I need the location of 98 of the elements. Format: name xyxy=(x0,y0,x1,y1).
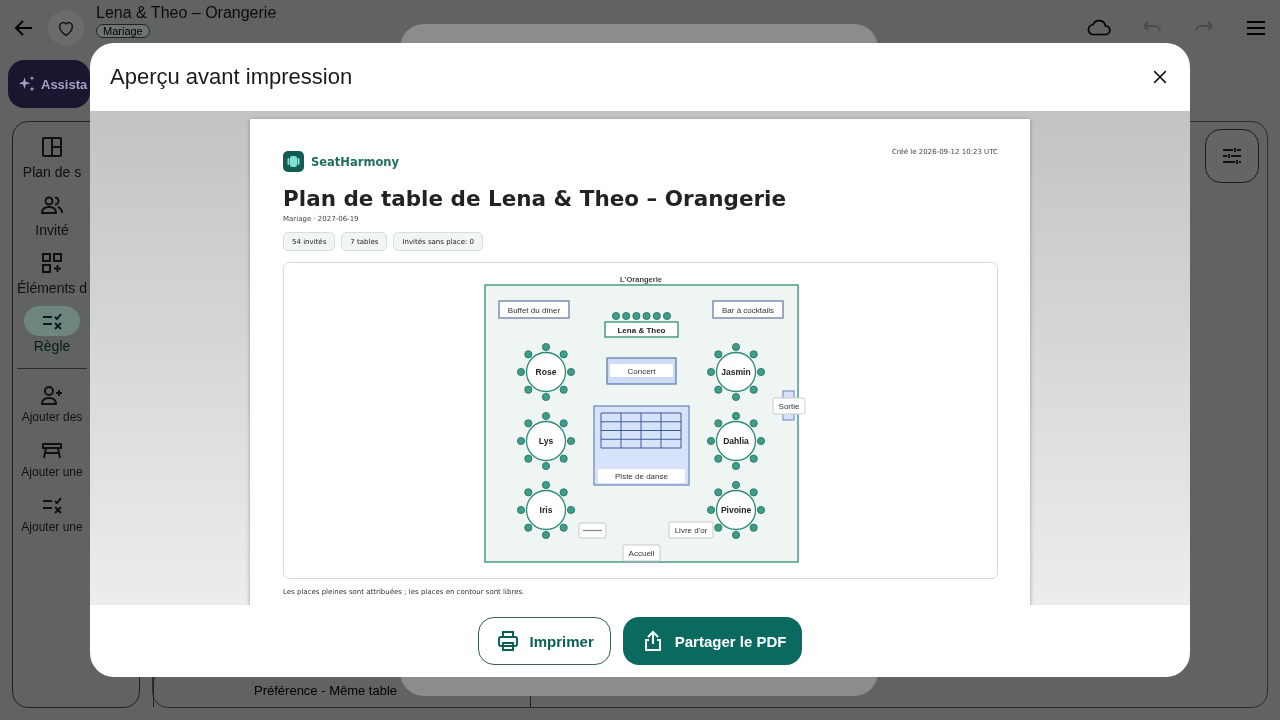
table-name: Pivoine xyxy=(720,505,751,515)
assistant-button[interactable]: Assista xyxy=(8,60,90,108)
sign-stand xyxy=(578,522,606,539)
table-name: Jasmin xyxy=(720,367,751,377)
event-type-tag: Mariage xyxy=(96,24,150,38)
seat-marker[interactable] xyxy=(731,393,740,401)
round-table xyxy=(715,489,756,531)
seat-marker[interactable] xyxy=(713,523,722,532)
seat-marker[interactable] xyxy=(559,454,568,463)
printer-icon xyxy=(495,629,520,653)
seat-marker[interactable] xyxy=(756,368,765,376)
seat-marker[interactable] xyxy=(523,488,532,497)
sidebar-item[interactable]: Invité xyxy=(24,190,80,238)
seat-marker[interactable] xyxy=(706,506,715,514)
seat-marker[interactable] xyxy=(541,531,550,539)
seat-marker[interactable] xyxy=(713,350,722,359)
seat-marker[interactable] xyxy=(541,343,550,351)
dialog-title: Aperçu avant impression xyxy=(110,64,353,90)
event-title: Lena & Theo – Orangerie xyxy=(96,4,277,22)
seat-marker[interactable] xyxy=(731,462,740,470)
round-table xyxy=(525,489,566,531)
zone-label: Piste de danse xyxy=(614,472,668,481)
seat-marker[interactable] xyxy=(523,419,532,428)
seat-marker[interactable] xyxy=(731,412,740,420)
table-name: Rose xyxy=(535,367,556,377)
seat-marker[interactable] xyxy=(713,454,722,463)
sidebar-item[interactable]: Éléments d xyxy=(16,248,87,296)
seat-marker[interactable] xyxy=(559,385,568,394)
sidebar-action[interactable]: Ajouter une xyxy=(21,493,83,534)
seat-marker[interactable] xyxy=(713,419,722,428)
person-add-icon xyxy=(40,383,64,407)
seat-marker[interactable] xyxy=(631,312,640,320)
document-title: Plan de table de Lena & Theo – Orangerie xyxy=(283,186,788,211)
zone-label: Livre d'or xyxy=(674,526,707,535)
seat-marker[interactable] xyxy=(541,462,550,470)
table-name: Iris xyxy=(539,505,552,515)
seat-marker[interactable] xyxy=(706,368,715,376)
zone-label: Accueil xyxy=(628,549,654,558)
round-table xyxy=(715,351,756,393)
seat-marker[interactable] xyxy=(516,368,525,376)
seat-marker[interactable] xyxy=(731,531,740,539)
seat-marker[interactable] xyxy=(541,393,550,401)
seat-marker[interactable] xyxy=(523,385,532,394)
seat-marker[interactable] xyxy=(559,419,568,428)
share-pdf-button[interactable]: Partager le PDF xyxy=(622,617,803,665)
favorite-button[interactable] xyxy=(48,10,84,46)
seat-marker[interactable] xyxy=(523,523,532,532)
seat-marker[interactable] xyxy=(621,312,630,320)
seat-marker[interactable] xyxy=(523,350,532,359)
seat-marker[interactable] xyxy=(559,350,568,359)
sidebar-action[interactable]: Ajouter des xyxy=(21,383,83,424)
seat-marker[interactable] xyxy=(541,481,550,489)
brand-name: SeatHarmony xyxy=(311,154,399,169)
seat-marker[interactable] xyxy=(749,488,758,497)
seat-marker[interactable] xyxy=(662,312,671,320)
table-name: Lys xyxy=(538,436,553,446)
sidebar-action[interactable]: Ajouter une xyxy=(21,438,83,479)
guestbook-stand xyxy=(668,521,713,539)
seat-marker[interactable] xyxy=(523,454,532,463)
seat-marker[interactable] xyxy=(731,343,740,351)
seat-marker[interactable] xyxy=(611,312,620,320)
seat-marker[interactable] xyxy=(642,312,651,320)
seat-marker[interactable] xyxy=(566,437,575,445)
layout-icon xyxy=(40,135,64,159)
round-table xyxy=(525,420,566,462)
entrance-desk xyxy=(622,544,660,562)
seat-marker[interactable] xyxy=(541,412,550,420)
seat-marker[interactable] xyxy=(559,523,568,532)
seat-marker[interactable] xyxy=(749,419,758,428)
zone-label: Buffet du dîner xyxy=(507,305,560,315)
seat-marker[interactable] xyxy=(749,454,758,463)
print-button[interactable]: Imprimer xyxy=(477,617,611,665)
table-name: Lena & Theo xyxy=(617,325,665,335)
table-name: Dahlia xyxy=(722,436,749,446)
zone-label: Bar à cocktails xyxy=(721,305,774,315)
round-table xyxy=(715,420,756,462)
seat-marker[interactable] xyxy=(713,488,722,497)
sidebar-item[interactable]: Plan de s xyxy=(22,132,82,180)
zone-label: Sortie xyxy=(778,402,799,411)
round-table xyxy=(525,351,566,393)
seat-marker[interactable] xyxy=(566,506,575,514)
filter-button[interactable] xyxy=(1205,129,1259,183)
seat-marker[interactable] xyxy=(706,437,715,445)
seat-marker[interactable] xyxy=(749,350,758,359)
seat-marker[interactable] xyxy=(559,488,568,497)
seat-marker[interactable] xyxy=(652,312,661,320)
seat-marker[interactable] xyxy=(516,437,525,445)
seat-marker[interactable] xyxy=(566,368,575,376)
seat-marker[interactable] xyxy=(749,523,758,532)
seat-marker[interactable] xyxy=(756,437,765,445)
seat-marker[interactable] xyxy=(731,481,740,489)
seat-marker[interactable] xyxy=(756,506,765,514)
seat-marker[interactable] xyxy=(713,385,722,394)
seat-marker[interactable] xyxy=(749,385,758,394)
seat-marker[interactable] xyxy=(516,506,525,514)
logo-icon xyxy=(283,151,304,172)
zone-label: Concert xyxy=(627,366,655,376)
grid-plus-icon xyxy=(40,251,64,275)
